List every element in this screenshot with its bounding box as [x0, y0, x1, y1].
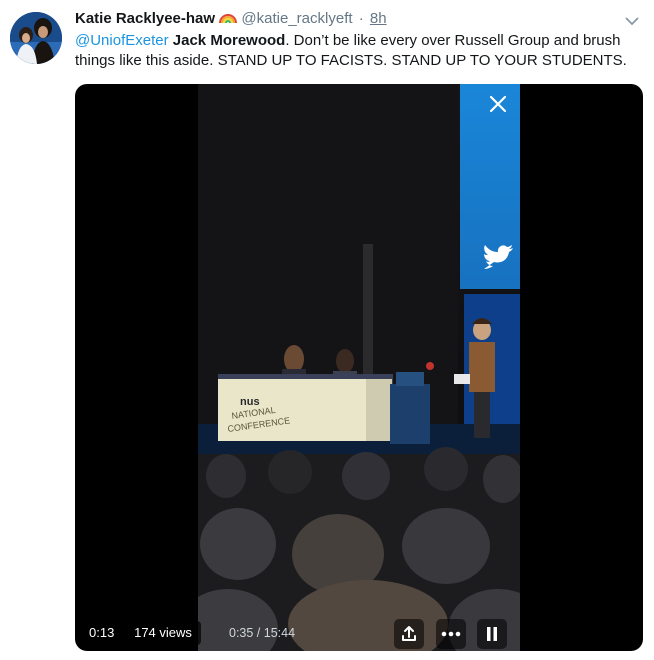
- timestamp[interactable]: 8h: [370, 10, 387, 27]
- tweet-body-line2: things like this aside. STAND UP TO FACI…: [75, 52, 627, 69]
- more-icon[interactable]: [436, 619, 466, 649]
- tweet-header: Katie Racklyee-haw @katie_racklyeft · 8h: [75, 9, 387, 29]
- elapsed-time: 0:13: [83, 621, 121, 645]
- tweet-text: @UniofExeter Jack Morewood. Don’t be lik…: [75, 31, 635, 71]
- separator: ·: [358, 10, 364, 27]
- chevron-down-icon[interactable]: [624, 14, 640, 26]
- view-count: 174 views: [125, 621, 201, 645]
- bold-name: Jack Morewood: [172, 32, 286, 49]
- video-frame: nus NATIONAL CONFERENCE: [198, 84, 520, 651]
- video-duration: 0:35 / 15:44: [229, 626, 296, 640]
- video-player[interactable]: nus NATIONAL CONFERENCE 0:13 174 views 0…: [75, 84, 643, 651]
- handle[interactable]: @katie_racklyeft: [241, 10, 352, 27]
- mention-link[interactable]: @UniofExeter: [75, 32, 169, 49]
- rainbow-emoji-icon: [219, 10, 241, 27]
- banner-logo: nus: [240, 396, 260, 408]
- pause-icon[interactable]: [477, 619, 507, 649]
- share-icon[interactable]: [394, 619, 424, 649]
- video-controls: 0:13 174 views 0:35 / 15:44: [75, 613, 643, 651]
- avatar-image: [10, 12, 62, 64]
- display-name[interactable]: Katie Racklyee-haw: [75, 10, 215, 27]
- close-icon[interactable]: [485, 91, 511, 117]
- tweet-body-line1: . Don’t be like every over Russell Group…: [285, 32, 621, 49]
- avatar[interactable]: [10, 12, 62, 64]
